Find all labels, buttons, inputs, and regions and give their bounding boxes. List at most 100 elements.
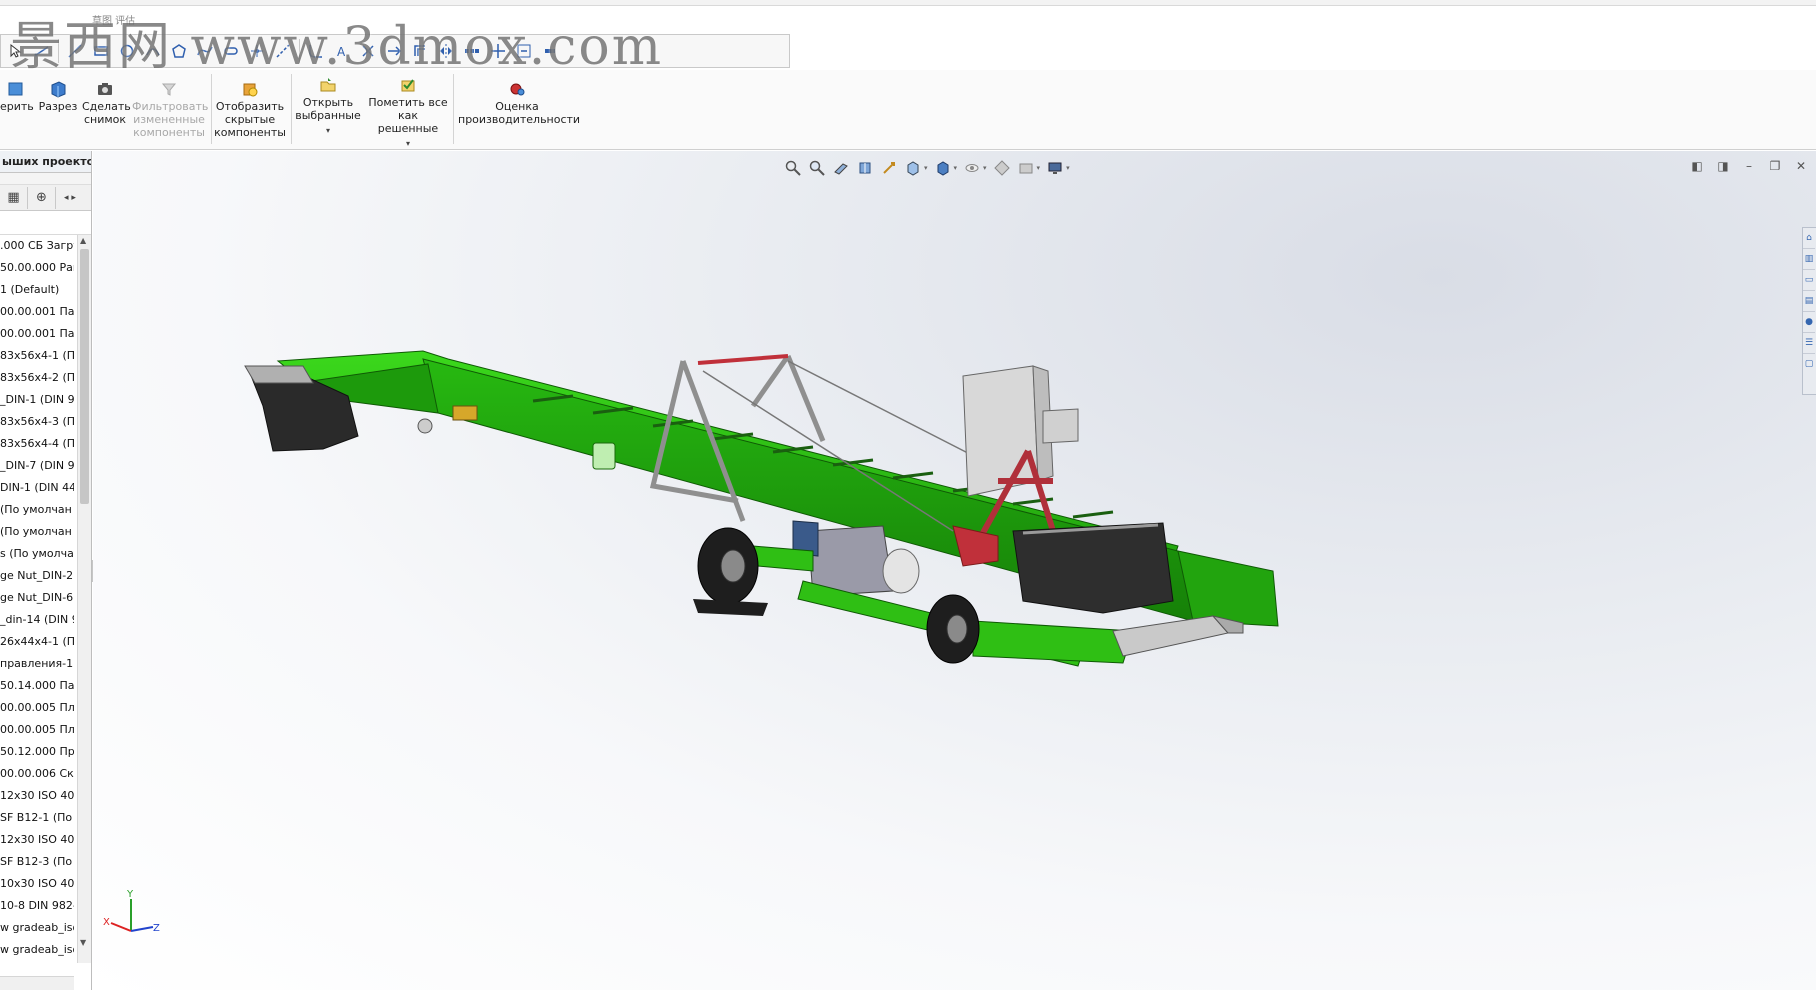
triad-y-label: Y (126, 889, 134, 900)
feature-tree-item[interactable]: ge Nut_DIN-6 (0, 587, 74, 609)
mark-resolved-icon (401, 79, 415, 92)
select-icon[interactable] (5, 40, 27, 62)
feature-tree-item[interactable]: SF B12-1 (По (0, 807, 74, 829)
feature-tree-scroll-thumb[interactable] (80, 249, 89, 504)
section-view-button[interactable]: Разрез (37, 80, 79, 113)
feature-tree-item[interactable]: (По умолчан (0, 499, 74, 521)
feature-manager-tabs: ▦ ⊕ ◂ ▸ (0, 185, 91, 211)
take-snapshot-label-1: Сделать (82, 100, 131, 113)
toolbar-separator (299, 39, 300, 63)
smart-dimension-icon[interactable] (31, 40, 53, 62)
mirror-icon[interactable] (435, 40, 457, 62)
feature-tree-item[interactable]: 10x30 ISO 4017 (0, 873, 74, 895)
convert-entities-icon[interactable] (383, 40, 405, 62)
feature-tree-item[interactable]: 50.00.000 Рам (0, 257, 74, 279)
verify-button-label: ерить (0, 100, 34, 113)
hopper (1012, 522, 1174, 614)
filter-modified-components-button[interactable]: Фильтровать измененные компоненты (132, 80, 208, 139)
verify-button[interactable]: ерить (0, 80, 34, 113)
watermark-tabs-text: 草图 评估 (92, 16, 136, 27)
feature-tree-item[interactable]: 12x30 ISO 4017 (0, 829, 74, 851)
show-hidden-label-1: Отобразить (215, 100, 285, 113)
slot-icon[interactable] (220, 40, 242, 62)
offset-icon[interactable] (409, 40, 431, 62)
section-view-icon (51, 81, 66, 98)
feature-tree-item[interactable]: _DIN-7 (DIN 9 (0, 455, 74, 477)
gear-box (452, 405, 478, 421)
feature-tree-item[interactable]: w gradeab_iso (0, 939, 74, 961)
feature-tree-item[interactable]: 83x56x4-1 (По (0, 345, 74, 367)
feature-tree-item[interactable]: 00.00.005 Пла (0, 697, 74, 719)
feature-tree-item[interactable]: s (По умолчан (0, 543, 74, 565)
verify-icon (8, 82, 23, 96)
scroll-up-arrow-icon[interactable]: ▲ (80, 236, 86, 245)
show-hidden-components-button[interactable]: Отобразить скрытые компоненты (214, 80, 286, 139)
open-selected-icon (320, 78, 336, 92)
linear-pattern-icon[interactable] (461, 40, 483, 62)
mark-resolved-dropdown-icon[interactable]: ▾ (367, 137, 449, 150)
trim-icon[interactable] (357, 40, 379, 62)
graphics-viewport[interactable]: ▾ ▾ ▾ ▾ ▾ ◧ ◨ – ❐ ✕ ⌂ ▥ ▭ ▤ ● ☰ ▢ Y X Z (93, 151, 1816, 990)
line-icon[interactable] (64, 40, 86, 62)
feature-tree-item[interactable]: _DIN-1 (DIN 9 (0, 389, 74, 411)
performance-evaluation-label-1: Оценка (495, 100, 539, 113)
feature-tree-item[interactable]: w gradeab_iso (0, 917, 74, 939)
hydraulic-link (697, 354, 789, 365)
feature-tree-scrollbar[interactable]: ▲ ▼ (77, 235, 91, 963)
show-hidden-icon (243, 83, 258, 97)
mark-all-resolved-button[interactable]: Пометить все как решенные ▾ (367, 76, 449, 150)
relations-icon[interactable] (513, 40, 535, 62)
conveyor-assembly-model[interactable] (93, 151, 1816, 990)
triad-x-label: X (103, 917, 110, 928)
electrical-cabinet (962, 365, 1079, 497)
rectangle-icon[interactable] (90, 40, 112, 62)
reference-triad: Y X Z (103, 889, 160, 934)
feature-tree-item[interactable]: 50.14.000 Пал (0, 675, 74, 697)
tabs-scroll-arrows-icon[interactable]: ◂ ▸ (56, 187, 84, 209)
circle-icon[interactable] (116, 40, 138, 62)
feature-tree-item[interactable]: 00.00.001 Пал (0, 301, 74, 323)
feature-tree-item[interactable]: 00.00.006 Ско (0, 763, 74, 785)
feature-tree-item[interactable]: 83x56x4-2 (По (0, 367, 74, 389)
feature-tree-item[interactable]: 10-8 DIN 982- (0, 895, 74, 917)
take-snapshot-button[interactable]: Сделать снимок (82, 80, 131, 126)
feature-tree-item[interactable]: 12x30 ISO 4017 (0, 785, 74, 807)
feature-tree-item[interactable]: 1 (Default) (0, 279, 74, 301)
feature-tree-item[interactable]: (По умолчан (0, 521, 74, 543)
feature-tree-item[interactable]: SF B12-3 (По (0, 851, 74, 873)
feature-tree-item[interactable]: правления-1 (0, 653, 74, 675)
ribbon-divider (211, 74, 212, 144)
feature-tree-item[interactable]: 26x44x4-1 (По (0, 631, 74, 653)
feature-tree-item[interactable]: 50.12.000 При (0, 741, 74, 763)
open-selected-button[interactable]: Открыть выбранные ▾ (294, 76, 362, 137)
point-icon[interactable] (246, 40, 268, 62)
feature-tree-item[interactable]: ge Nut_DIN-2 (0, 565, 74, 587)
property-manager-tab-icon[interactable]: ▦ (0, 186, 28, 209)
feature-tree-item[interactable]: DIN-1 (DIN 44 (0, 477, 74, 499)
toolbar-separator (58, 39, 59, 63)
polygon-icon[interactable] (168, 40, 190, 62)
svg-text:A: A (337, 45, 346, 59)
arc-icon[interactable] (142, 40, 164, 62)
feature-tree-item[interactable]: 83x56x4-4 (По (0, 433, 74, 455)
fillet-icon[interactable] (305, 40, 327, 62)
feature-tree-item[interactable]: 83x56x4-3 (По (0, 411, 74, 433)
feature-tree-item[interactable]: .000 СБ Загру (0, 235, 74, 257)
feature-tree: .000 СБ Загру 50.00.000 Рам 1 (Default) 00.… (0, 235, 91, 963)
repair-sketch-icon[interactable] (539, 40, 561, 62)
text-icon[interactable]: A (331, 40, 353, 62)
feature-tree-horizontal-scrollbar[interactable] (0, 976, 74, 990)
camera-icon (98, 83, 112, 95)
feature-tree-filter[interactable] (0, 211, 91, 235)
move-entities-icon[interactable] (487, 40, 509, 62)
spline-icon[interactable] (194, 40, 216, 62)
section-view-label: Разрез (38, 100, 78, 113)
feature-tree-item[interactable]: 00.00.005 Пла (0, 719, 74, 741)
feature-tree-item[interactable]: 00.00.001 Пал (0, 323, 74, 345)
open-selected-dropdown-icon[interactable]: ▾ (294, 124, 362, 137)
configuration-manager-tab-icon[interactable]: ⊕ (28, 186, 56, 209)
feature-tree-item[interactable]: _din-14 (DIN 9 (0, 609, 74, 631)
performance-evaluation-button[interactable]: Оценка производительности (458, 80, 580, 126)
scroll-down-arrow-icon[interactable]: ▼ (80, 938, 86, 947)
centerline-icon[interactable] (272, 40, 294, 62)
